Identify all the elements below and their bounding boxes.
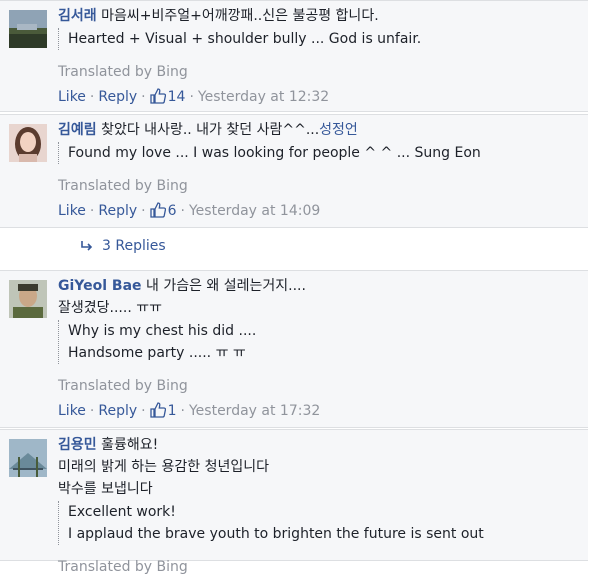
avatar[interactable]	[9, 439, 47, 477]
separator: ·	[89, 403, 95, 419]
comment-author[interactable]: 김예림	[58, 122, 97, 138]
translation-line: Hearted + Visual + shoulder bully ... Go…	[68, 31, 422, 47]
comment: 김용민 훌륭해요! 미래의 밝게 하는 용감한 청년입니다 박수를 보냅니다 E…	[0, 429, 588, 575]
translation-line: Handsome party ..... ㅠ ㅠ	[68, 345, 246, 361]
translation-line: Why is my chest his did ....	[68, 323, 257, 339]
translation: Excellent work! I applaud the brave yout…	[58, 501, 580, 545]
comment-text: 내 가슴은 왜 설레는거지....	[146, 278, 306, 294]
like-button[interactable]: Like	[58, 89, 86, 105]
reply-arrow-icon	[81, 241, 93, 251]
comment-text-line: 박수를 보냅니다	[58, 481, 153, 497]
translated-by-label[interactable]: Translated by Bing	[58, 64, 580, 80]
replies-count: 3 Replies	[102, 238, 166, 254]
like-button[interactable]: Like	[58, 403, 86, 419]
landscape-photo-avatar-icon	[9, 10, 47, 48]
comment-actions: Like · Reply · 14 · Yesterday at 12:32	[58, 88, 580, 105]
translation-line: Found my love ... I was looking for peop…	[68, 145, 481, 161]
comment-timestamp[interactable]: Yesterday at 14:09	[189, 203, 320, 219]
like-count-value: 14	[167, 89, 186, 105]
comment-text-line: 잘생겼당..... ㅠㅠ	[58, 300, 162, 316]
reply-button[interactable]: Reply	[98, 89, 137, 105]
comment-text: 훌륭해요!	[101, 437, 159, 453]
separator: ·	[180, 403, 185, 419]
reply-button[interactable]: Reply	[98, 403, 137, 419]
comment: GiYeol Bae 내 가슴은 왜 설레는거지.... 잘생겼당..... ㅠ…	[0, 270, 588, 428]
like-button[interactable]: Like	[58, 203, 86, 219]
like-count[interactable]: 1	[149, 402, 177, 419]
comment-author[interactable]: 김서래	[58, 8, 97, 24]
thumbs-up-icon	[149, 202, 166, 218]
comment-text: 마음씨+비주얼+어깨깡패..신은 불공평 합니다.	[101, 8, 379, 24]
like-count[interactable]: 14	[149, 88, 186, 105]
avatar[interactable]	[9, 10, 47, 48]
thumbs-up-icon	[149, 402, 166, 418]
replies-row: 3 Replies	[0, 227, 588, 268]
translation: Found my love ... I was looking for peop…	[58, 142, 580, 164]
translated-by-label[interactable]: Translated by Bing	[58, 378, 580, 394]
like-count-value: 1	[167, 403, 177, 419]
avatar[interactable]	[9, 280, 47, 318]
separator: ·	[141, 203, 146, 219]
comment: 김서래 마음씨+비주얼+어깨깡패..신은 불공평 합니다. Hearted + …	[0, 0, 588, 112]
like-count[interactable]: 6	[149, 202, 177, 219]
separator: ·	[141, 403, 146, 419]
mention-link[interactable]: 성정언	[319, 122, 358, 138]
bridge-photo-avatar-icon	[9, 439, 47, 477]
translated-by-label[interactable]: Translated by Bing	[58, 559, 580, 575]
separator: ·	[141, 89, 146, 105]
comment-timestamp[interactable]: Yesterday at 17:32	[189, 403, 320, 419]
translated-by-label[interactable]: Translated by Bing	[58, 178, 580, 194]
reply-button[interactable]: Reply	[98, 203, 137, 219]
translation: Hearted + Visual + shoulder bully ... Go…	[58, 28, 580, 50]
translation: Why is my chest his did .... Handsome pa…	[58, 320, 580, 364]
separator: ·	[89, 203, 95, 219]
separator: ·	[89, 89, 95, 105]
translation-line: Excellent work!	[68, 504, 176, 520]
separator: ·	[180, 203, 185, 219]
comment-thread: 김서래 마음씨+비주얼+어깨깡패..신은 불공평 합니다. Hearted + …	[0, 0, 590, 575]
comment-actions: Like · Reply · 6 · Yesterday at 14:09	[58, 202, 580, 219]
comment-timestamp[interactable]: Yesterday at 12:32	[198, 89, 329, 105]
separator: ·	[189, 89, 194, 105]
view-replies-link[interactable]: 3 Replies	[80, 238, 166, 254]
thumbs-up-icon	[149, 88, 166, 104]
comment-author[interactable]: GiYeol Bae	[58, 278, 142, 294]
like-count-value: 6	[167, 203, 177, 219]
comment-author[interactable]: 김용민	[58, 437, 97, 453]
woman-portrait-avatar-icon	[9, 124, 47, 162]
soldier-portrait-avatar-icon	[9, 280, 47, 318]
avatar[interactable]	[9, 124, 47, 162]
comment: 김예림 찾았다 내사랑.. 내가 찾던 사람^^...성정언 Found my …	[0, 114, 588, 228]
comment-text-line: 미래의 밝게 하는 용감한 청년입니다	[58, 459, 269, 475]
comment-actions: Like · Reply · 1 · Yesterday at 17:32	[58, 402, 580, 419]
comment-text: 찾았다 내사랑.. 내가 찾던 사람^^...	[101, 122, 320, 138]
translation-line: I applaud the brave youth to brighten th…	[68, 526, 484, 542]
